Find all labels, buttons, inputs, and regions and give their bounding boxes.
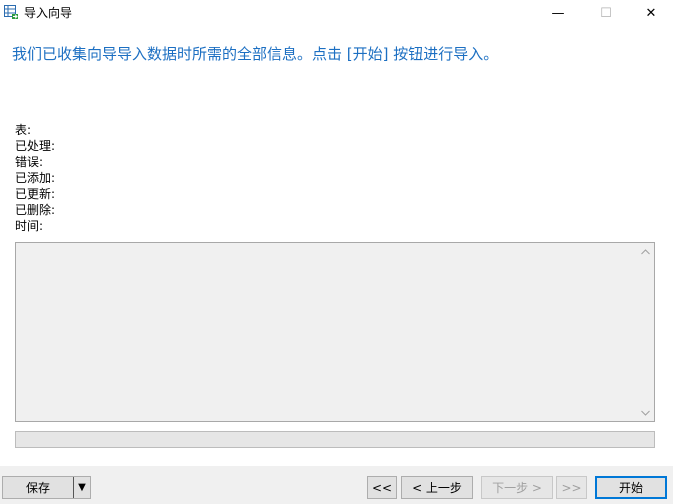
import-progress-bar bbox=[15, 431, 655, 448]
save-split-button[interactable]: 保存 ▼ bbox=[2, 476, 91, 499]
log-scrollbar[interactable] bbox=[637, 243, 654, 421]
close-button[interactable]: ✕ bbox=[628, 0, 673, 26]
stat-added-label: 已添加: bbox=[15, 171, 56, 185]
stat-deleted-label: 已删除: bbox=[15, 203, 56, 217]
scroll-up-arrow-icon[interactable] bbox=[637, 243, 654, 260]
window-title: 导入向导 bbox=[24, 6, 73, 20]
chevron-down-icon[interactable]: ▼ bbox=[74, 477, 90, 498]
stat-time-label: 时间: bbox=[15, 219, 44, 233]
stat-processed-label: 已处理: bbox=[15, 139, 56, 153]
log-output-area[interactable] bbox=[15, 242, 655, 422]
minimize-button[interactable]: — bbox=[535, 0, 581, 26]
stat-errors-label: 错误: bbox=[15, 155, 44, 169]
table-import-icon bbox=[4, 5, 18, 19]
start-button[interactable]: 开始 bbox=[595, 476, 667, 499]
maximize-button[interactable]: ☐ bbox=[583, 0, 629, 26]
instruction-text: 我们已收集向导导入数据时所需的全部信息。点击 [开始] 按钮进行导入。 bbox=[12, 45, 499, 63]
stat-updated-label: 已更新: bbox=[15, 187, 56, 201]
save-button[interactable]: 保存 bbox=[3, 477, 74, 498]
import-stats: 表: 已处理: 错误: 已添加: 已更新: 已删除: 时间: bbox=[15, 122, 55, 234]
back-button[interactable]: < 上一步 bbox=[401, 476, 473, 499]
scroll-down-arrow-icon[interactable] bbox=[637, 404, 654, 421]
next-button[interactable]: 下一步 > bbox=[481, 476, 553, 499]
stat-tables-label: 表: bbox=[15, 123, 32, 137]
footer-bar: 保存 ▼ << < 上一步 下一步 > >> 开始 bbox=[0, 466, 673, 504]
last-step-button[interactable]: >> bbox=[556, 476, 587, 499]
title-bar: 导入向导 — ☐ ✕ bbox=[0, 0, 673, 26]
first-step-button[interactable]: << bbox=[367, 476, 397, 499]
